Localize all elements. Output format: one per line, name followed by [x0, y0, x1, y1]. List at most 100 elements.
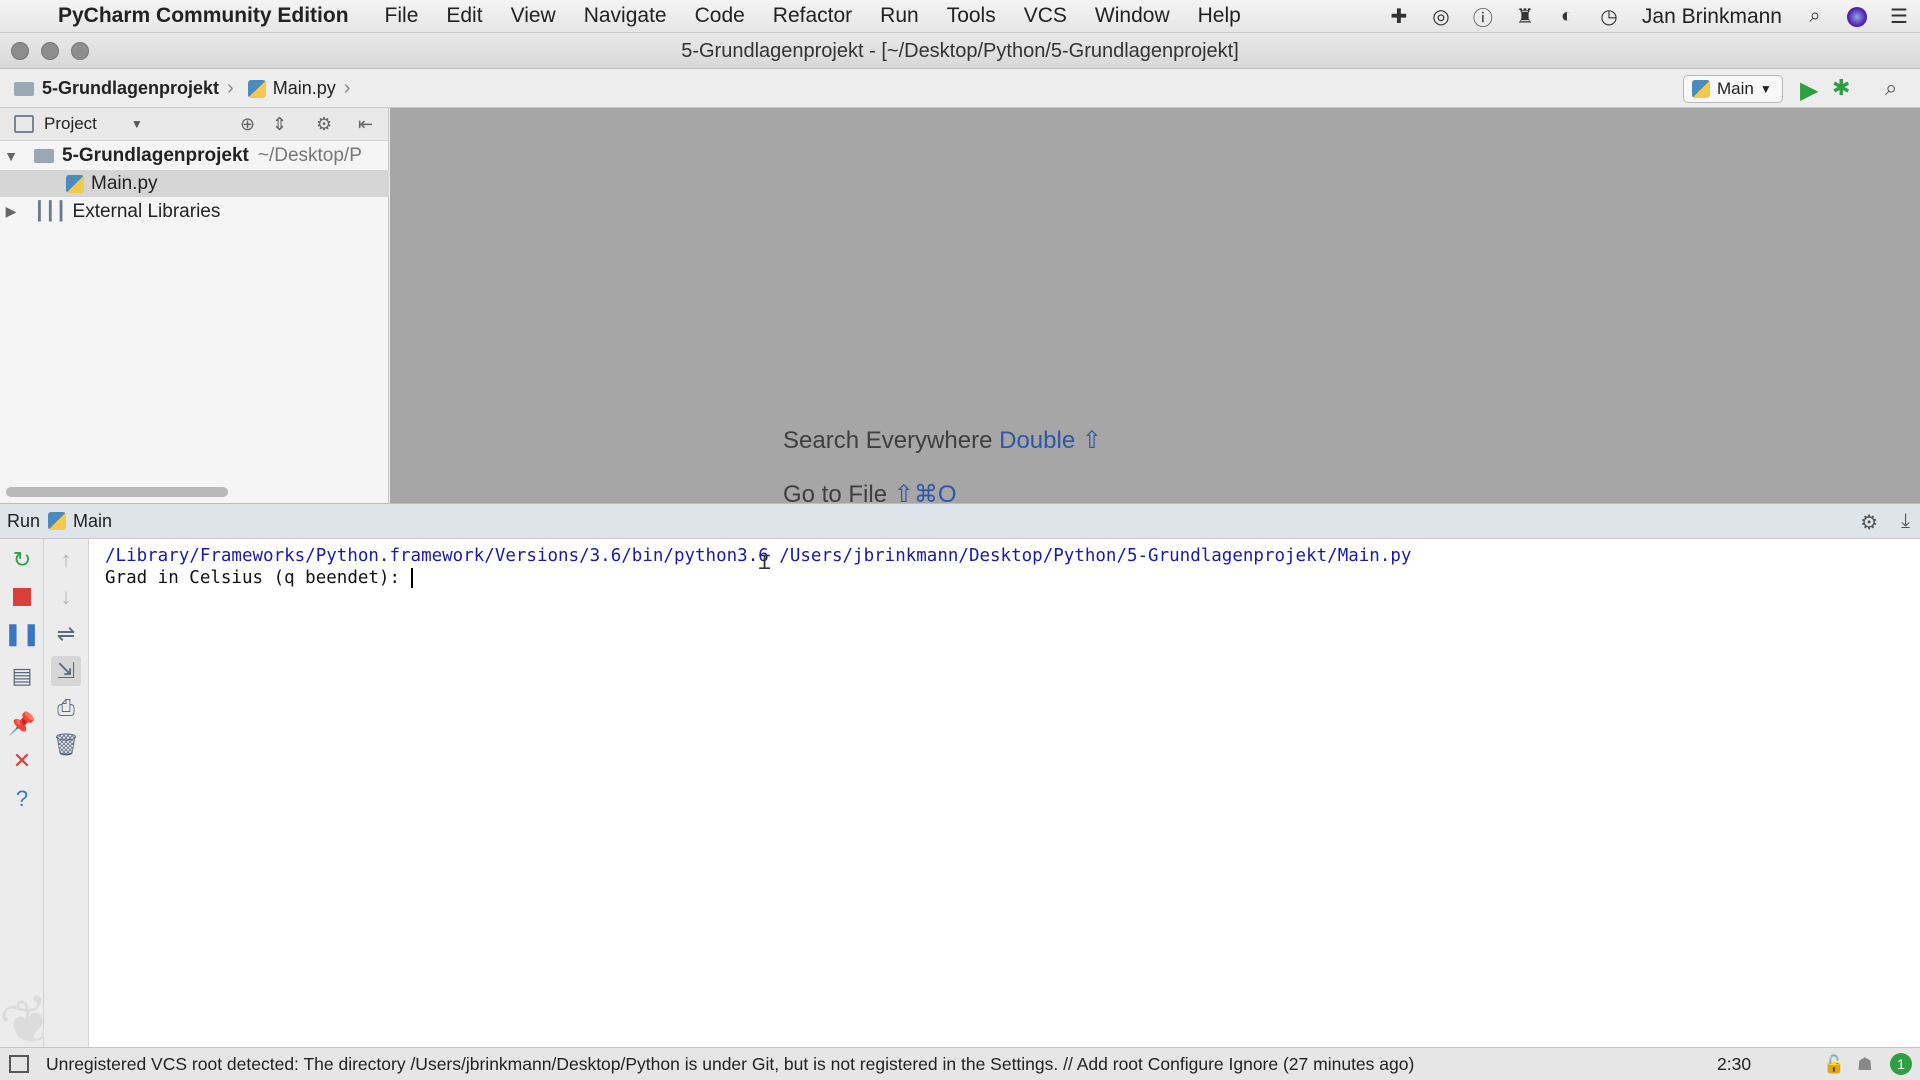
pin-tab-icon[interactable]: 📌: [7, 709, 37, 739]
inspector-icon[interactable]: ☗: [1857, 1054, 1873, 1075]
user-name[interactable]: Jan Brinkmann: [1642, 5, 1782, 29]
arrow-down-icon[interactable]: ↓: [51, 582, 81, 612]
menu-run[interactable]: Run: [880, 4, 919, 28]
horizontal-scrollbar[interactable]: [6, 487, 228, 497]
project-view-icon: [14, 115, 34, 133]
project-panel: Project ▼ ⊕ ⇕ ⚙ ⇤ ▼ 5-Grundlagenprojekt …: [0, 108, 389, 503]
run-panel-header: Run Main ⚙ ⤓: [0, 503, 1920, 539]
menu-vcs[interactable]: VCS: [1024, 4, 1067, 28]
menu-edit[interactable]: Edit: [446, 4, 482, 28]
editor-empty-area: Search Everywhere Double ⇧ Go to File ⇧⌘…: [390, 108, 1920, 503]
soft-wrap-icon[interactable]: ⇌: [51, 619, 81, 649]
hide-panel-icon[interactable]: ⇤: [358, 114, 373, 135]
expand-triangle-icon[interactable]: ▼: [0, 148, 22, 164]
creative-cloud-icon[interactable]: ◎: [1428, 4, 1454, 30]
close-icon[interactable]: ✕: [7, 746, 37, 776]
time-machine-icon[interactable]: ◷: [1596, 4, 1622, 30]
folder-icon: [34, 148, 54, 163]
collapse-triangle-icon[interactable]: ▶: [0, 203, 22, 220]
text-cursor: [410, 568, 413, 588]
help-icon[interactable]: ?: [7, 784, 37, 814]
chevron-down-icon[interactable]: ▼: [131, 117, 143, 131]
library-icon: ┃┃┃: [34, 201, 67, 221]
run-configuration-select[interactable]: Main ▼: [1683, 75, 1783, 103]
tree-item-main-py[interactable]: Main.py: [0, 170, 389, 197]
lock-icon[interactable]: 🔓: [1823, 1054, 1845, 1075]
menu-file[interactable]: File: [385, 4, 419, 28]
run-panel-tab-label[interactable]: Run: [7, 511, 40, 532]
menu-tools[interactable]: Tools: [947, 4, 996, 28]
print-icon[interactable]: ⎙: [51, 693, 81, 723]
hint-search-label: Search Everywhere: [783, 427, 993, 454]
stop-button[interactable]: [7, 582, 37, 612]
ghost-icon[interactable]: ♜: [1512, 4, 1538, 30]
menu-window[interactable]: Window: [1095, 4, 1170, 28]
pause-icon[interactable]: ❚❚: [4, 619, 41, 649]
hide-panel-icon[interactable]: ⤓: [1901, 510, 1910, 533]
window-title-bar: 5-Grundlagenprojekt - [~/Desktop/Python/…: [0, 33, 1920, 69]
hint-search-everywhere: Search Everywhere Double ⇧: [783, 426, 1102, 455]
i-beam-cursor-icon: Ɪ: [759, 550, 771, 574]
tree-external-libraries-label: External Libraries: [72, 200, 221, 222]
rerun-icon[interactable]: ↻: [7, 545, 37, 575]
menu-refactor[interactable]: Refactor: [773, 4, 852, 28]
restore-layout-icon[interactable]: ▤: [7, 661, 37, 691]
folder-icon: [14, 81, 34, 96]
run-configuration-label: Main: [1717, 79, 1754, 98]
trash-icon[interactable]: 🗑: [51, 730, 81, 760]
menu-bar: PyCharm Community Edition File Edit View…: [0, 0, 1920, 33]
menu-view[interactable]: View: [511, 4, 556, 28]
vcs-notification-message[interactable]: Unregistered VCS root detected: The dire…: [46, 1054, 1666, 1075]
arrow-up-icon[interactable]: ↑: [51, 545, 81, 575]
python-file-icon: [1692, 80, 1710, 98]
spotlight-search-icon[interactable]: ⌕: [1802, 4, 1828, 30]
hint-goto-key: ⇧⌘O: [893, 481, 957, 503]
python-file-icon: [48, 512, 67, 530]
project-view-selector[interactable]: Project: [44, 114, 97, 134]
python-file-icon: [66, 174, 84, 193]
menu-help[interactable]: Help: [1198, 4, 1241, 28]
notification-center-icon[interactable]: ☰: [1886, 4, 1912, 30]
app-name-menu[interactable]: PyCharm Community Edition: [58, 4, 349, 28]
menu-code[interactable]: Code: [695, 4, 745, 28]
leaf-icon[interactable]: ◐: [1554, 4, 1580, 30]
console-prompt-line[interactable]: Grad in Celsius (q beendet):: [105, 568, 413, 588]
tree-file-name: Main.py: [91, 172, 158, 194]
debug-button[interactable]: ✱: [1832, 75, 1858, 101]
tree-root-path: ~/Desktop/P: [257, 144, 362, 166]
collapse-all-icon[interactable]: ⇕: [272, 114, 287, 135]
menu-navigate[interactable]: Navigate: [584, 4, 667, 28]
status-bar: Unregistered VCS root detected: The dire…: [0, 1047, 1920, 1080]
breadcrumb-project[interactable]: 5-Grundlagenprojekt ›: [14, 77, 234, 100]
gear-icon[interactable]: ⚙: [1860, 510, 1878, 535]
run-panel-config-label[interactable]: Main: [73, 511, 112, 532]
python-file-icon: [247, 79, 266, 98]
chevron-right-icon: ›: [227, 77, 234, 99]
tree-item-project-root[interactable]: ▼ 5-Grundlagenprojekt ~/Desktop/P: [0, 142, 389, 169]
run-button[interactable]: ▶: [1800, 76, 1826, 104]
gear-icon[interactable]: ⚙: [316, 114, 332, 135]
password-manager-icon[interactable]: ⓘ: [1470, 4, 1496, 30]
breadcrumb-file[interactable]: Main.py ›: [247, 77, 351, 100]
tree-item-external-libraries[interactable]: ▶ ┃┃┃ External Libraries: [0, 198, 389, 225]
project-panel-header: Project ▼ ⊕ ⇕ ⚙ ⇤: [0, 108, 388, 141]
run-toolbar-primary: ↻ ❚❚ ▤ 📌 ✕ ? ❦: [0, 539, 66, 1065]
caret-position[interactable]: 2:30: [1717, 1054, 1751, 1075]
run-toolbar-secondary: ↑ ↓ ⇌ ⇲ ⎙ 🗑: [44, 539, 89, 1047]
hint-goto-label: Go to File: [783, 481, 888, 503]
scroll-from-source-icon[interactable]: ⊕: [240, 114, 255, 135]
event-log-icon[interactable]: 1: [1890, 1053, 1912, 1075]
plugin-icon[interactable]: ✚: [1386, 4, 1412, 30]
siri-icon[interactable]: [1844, 4, 1870, 30]
search-icon[interactable]: ⌕: [1885, 75, 1911, 101]
run-console[interactable]: /Library/Frameworks/Python.framework/Ver…: [89, 539, 1920, 1047]
breadcrumb-project-label: 5-Grundlagenprojekt: [42, 78, 220, 98]
scroll-to-end-icon[interactable]: ⇲: [51, 656, 81, 686]
tool-window-toggle-icon[interactable]: [9, 1055, 29, 1073]
chevron-down-icon: ▼: [1759, 82, 1772, 96]
hint-go-to-file: Go to File ⇧⌘O: [783, 480, 957, 503]
navigation-bar: 5-Grundlagenprojekt › Main.py › Main ▼ ▶…: [0, 70, 1920, 108]
chevron-right-icon: ›: [343, 77, 351, 99]
window-title: 5-Grundlagenprojekt - [~/Desktop/Python/…: [681, 40, 1239, 62]
tree-root-name: 5-Grundlagenprojekt: [62, 144, 249, 166]
